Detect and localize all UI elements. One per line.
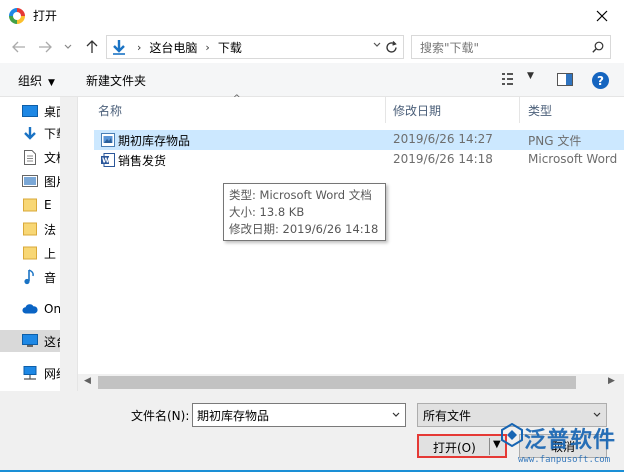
cancel-button[interactable]: 取消 — [519, 434, 607, 458]
command-toolbar: 组织 ▼ 新建文件夹 ▼ — [0, 63, 624, 97]
view-dropdown-icon[interactable]: ▼ — [527, 71, 534, 81]
sidebar-item-folder-2[interactable]: 法 — [22, 218, 56, 240]
column-header-date[interactable]: 修改日期 — [393, 97, 441, 123]
split-divider — [489, 438, 490, 455]
new-folder-button[interactable]: 新建文件夹 — [86, 72, 146, 89]
sidebar-label: On — [44, 302, 62, 316]
filename-label: 文件名(N): — [131, 409, 190, 423]
chevron-down-icon — [588, 410, 606, 421]
scrollbar-thumb[interactable] — [98, 376, 576, 389]
breadcrumb-separator: › — [205, 40, 210, 54]
breadcrumb-downloads[interactable]: 下载 — [218, 39, 242, 56]
file-row[interactable]: W 销售发货 2019/6/26 14:18 Microsoft Word — [94, 150, 624, 170]
file-type: Microsoft Word — [528, 152, 618, 166]
file-name: 期初库存物品 — [118, 134, 191, 148]
help-button[interactable]: ? — [592, 72, 609, 89]
folder-icon — [22, 197, 38, 213]
sidebar-item-this-pc[interactable]: 这台 — [0, 330, 68, 352]
forward-button[interactable] — [36, 39, 54, 55]
desktop-icon — [22, 103, 38, 119]
sidebar-scrollbar[interactable] — [60, 97, 77, 391]
tooltip-type: 类型: Microsoft Word 文档 — [229, 188, 372, 202]
organize-button[interactable]: 组织 ▼ — [18, 72, 55, 89]
preview-pane-icon[interactable] — [557, 73, 573, 89]
word-file-icon: W — [101, 153, 115, 167]
close-icon — [596, 10, 607, 21]
view-options-icon[interactable] — [502, 73, 518, 88]
title-bar: 打开 — [0, 0, 624, 31]
file-name: 销售发货 — [118, 154, 167, 168]
organize-label: 组织 — [18, 74, 43, 88]
caret-down-icon: ▼ — [48, 78, 55, 88]
sidebar-label: 音 — [44, 270, 57, 285]
computer-icon — [22, 333, 38, 349]
filename-field[interactable]: 期初库存物品 — [192, 403, 406, 427]
address-bar[interactable]: › 这台电脑 › 下载 — [106, 35, 404, 59]
scroll-right-icon[interactable]: ▶ — [608, 376, 615, 386]
tooltip-size: 大小: 13.8 KB — [229, 205, 305, 219]
up-button[interactable] — [83, 39, 101, 55]
sort-ascending-icon: ^ — [233, 94, 241, 104]
search-input[interactable]: 搜索"下载" — [420, 39, 588, 56]
sidebar-item-folder-e[interactable]: E — [22, 194, 52, 216]
file-tooltip: 类型: Microsoft Word 文档 大小: 13.8 KB 修改日期: … — [223, 183, 386, 241]
search-icon[interactable] — [588, 41, 608, 53]
file-date: 2019/6/26 14:27 — [393, 132, 493, 146]
document-icon — [22, 149, 38, 165]
chevron-down-icon — [64, 44, 72, 49]
window-title: 打开 — [33, 9, 58, 23]
download-folder-icon — [109, 36, 129, 58]
sidebar-item-folder-3[interactable]: 上 — [22, 242, 56, 264]
file-type: PNG 文件 — [528, 134, 582, 148]
back-button[interactable] — [10, 39, 28, 55]
arrow-right-icon — [39, 41, 52, 53]
horizontal-scrollbar[interactable]: ◀ ▶ — [78, 374, 624, 391]
filetype-select[interactable]: 所有文件 — [417, 403, 607, 427]
onedrive-icon — [22, 301, 38, 317]
tooltip-date: 修改日期: 2019/6/26 14:18 — [229, 222, 379, 236]
file-date: 2019/6/26 14:18 — [393, 152, 493, 166]
picture-icon — [22, 173, 38, 189]
svg-text:W: W — [102, 157, 110, 165]
filetype-value: 所有文件 — [423, 408, 472, 423]
address-dropdown-icon[interactable] — [373, 40, 381, 51]
column-divider[interactable] — [385, 97, 386, 123]
music-icon — [22, 269, 38, 285]
search-box[interactable]: 搜索"下载" — [411, 35, 611, 59]
column-header-name[interactable]: 名称 — [98, 97, 122, 123]
sidebar-label: 上 — [44, 246, 57, 261]
file-list: ^ 名称 修改日期 类型 期初库存物品 2019/6/26 14:27 PNG … — [78, 94, 624, 391]
download-icon — [22, 125, 38, 141]
close-button[interactable] — [579, 0, 624, 31]
filename-input[interactable]: 期初库存物品 — [197, 407, 387, 424]
folder-icon — [22, 245, 38, 261]
sidebar-label: 法 — [44, 222, 57, 237]
png-file-icon — [101, 133, 115, 147]
open-button[interactable]: 打开(O) ▼ — [417, 434, 507, 458]
app-icon — [9, 7, 25, 24]
open-label: 打开(O) — [433, 441, 476, 455]
file-row[interactable]: 期初库存物品 2019/6/26 14:27 PNG 文件 — [94, 130, 624, 150]
column-divider[interactable] — [519, 97, 520, 123]
sidebar-item-music[interactable]: 音 — [22, 266, 56, 288]
chevron-down-icon[interactable] — [387, 410, 405, 421]
scroll-left-icon[interactable]: ◀ — [84, 376, 91, 386]
arrow-left-icon — [12, 41, 25, 53]
arrow-up-icon — [86, 40, 98, 53]
recent-locations-button[interactable] — [62, 39, 74, 55]
breadcrumb-this-pc[interactable]: 这台电脑 — [149, 39, 197, 56]
sidebar-label: E — [44, 198, 52, 212]
folder-icon — [22, 221, 38, 237]
open-dropdown-icon[interactable]: ▼ — [493, 439, 501, 450]
network-icon — [22, 365, 38, 381]
breadcrumb-separator: › — [137, 40, 142, 54]
column-header-type[interactable]: 类型 — [528, 97, 552, 123]
refresh-icon[interactable] — [383, 39, 399, 55]
sidebar-item-onedrive[interactable]: On — [22, 298, 61, 320]
